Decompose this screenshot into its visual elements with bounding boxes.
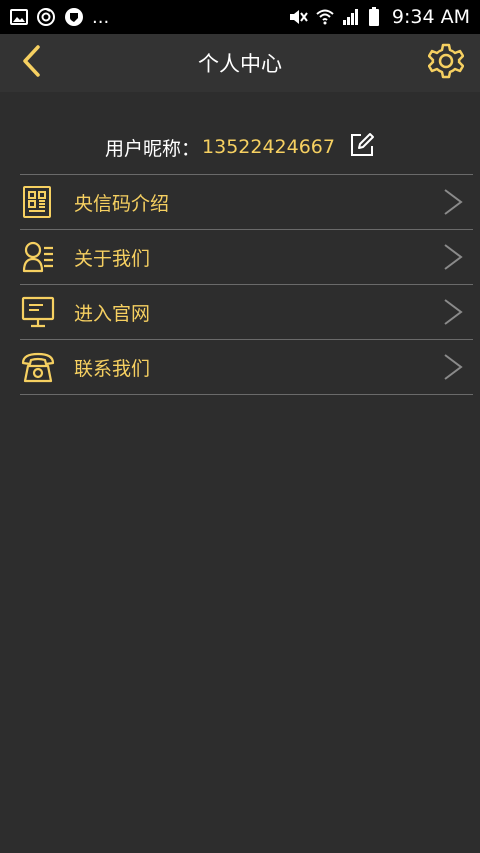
- settings-button[interactable]: [426, 43, 466, 83]
- page-title: 个人中心: [198, 52, 282, 76]
- image-icon: [10, 9, 28, 25]
- monitor-icon: [20, 294, 56, 330]
- qr-code-icon: [20, 184, 56, 220]
- gear-icon: [427, 43, 465, 83]
- menu-list: 央信码介绍 关于我们 进入官网 联系我们: [20, 174, 473, 395]
- nickname-label: 用户昵称：: [105, 137, 201, 160]
- battery-icon: [368, 7, 380, 27]
- status-bar-left: ...: [10, 7, 109, 28]
- sync-icon: [36, 7, 56, 27]
- mute-icon: [288, 8, 308, 26]
- phone-icon: [20, 349, 56, 385]
- shield-icon: [64, 7, 84, 27]
- menu-item-label: 联系我们: [74, 357, 151, 380]
- menu-item-label: 进入官网: [74, 302, 151, 325]
- chevron-right-icon: [443, 243, 463, 271]
- signal-icon: [342, 8, 360, 26]
- menu-item-yangxinma[interactable]: 央信码介绍: [20, 174, 473, 229]
- wifi-icon: [316, 8, 334, 26]
- chevron-left-icon: [21, 45, 41, 81]
- menu-item-about-us[interactable]: 关于我们: [20, 229, 473, 284]
- menu-item-official-site[interactable]: 进入官网: [20, 284, 473, 339]
- people-icon: [20, 239, 56, 275]
- chevron-right-icon: [443, 298, 463, 326]
- edit-icon: [349, 132, 375, 163]
- status-time: 9:34 AM: [391, 6, 470, 28]
- profile-row: 用户昵称： 13522424667: [0, 132, 480, 162]
- menu-item-contact-us[interactable]: 联系我们: [20, 339, 473, 395]
- nickname-value: 13522424667: [202, 136, 335, 158]
- status-bar: ... 9:34 AM: [0, 0, 480, 34]
- app-bar: 个人中心: [0, 34, 480, 92]
- chevron-right-icon: [443, 188, 463, 216]
- menu-item-label: 央信码介绍: [74, 192, 170, 215]
- menu-item-label: 关于我们: [74, 247, 151, 270]
- edit-nickname-button[interactable]: [349, 132, 375, 163]
- chevron-right-icon: [443, 353, 463, 381]
- back-button[interactable]: [14, 45, 48, 81]
- overflow-dots: ...: [92, 6, 110, 28]
- status-bar-right: 9:34 AM: [288, 6, 470, 28]
